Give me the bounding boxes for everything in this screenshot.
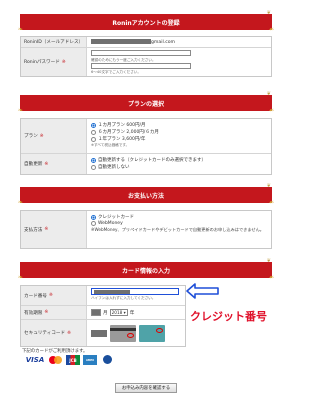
- tax-note: ※すべて税込価格です。: [91, 143, 130, 147]
- plan-option-1year[interactable]: １年プラン 3,600円/年: [91, 136, 267, 142]
- radio-icon[interactable]: [91, 164, 96, 170]
- annotation-arrow-icon: [186, 283, 219, 299]
- password-confirm-field[interactable]: [91, 62, 191, 69]
- ronin-id-value: gmail.com: [87, 37, 271, 47]
- registration-table: RoninID（メールアドレス） gmail.com Roninパスワード ※ 確…: [20, 36, 272, 77]
- auto-renew-row: 自動更新 ※ 自動更新する（クレジットカードのみ選択できます） 自動更新しない: [21, 154, 271, 174]
- ornament-icon: ❦: [266, 183, 271, 189]
- auto-renew-label: 自動更新 ※: [21, 154, 87, 174]
- password-field[interactable]: [91, 50, 191, 56]
- masked-card-number: [94, 290, 130, 294]
- plan-options: １カ月プラン 600円/月 ６カ月プラン 2,000円/６カ月 １年プラン 3,…: [87, 119, 271, 153]
- registration-header: ❦ Roninアカウントの登録 ❧ ☙: [18, 10, 274, 33]
- security-code-row: セキュリティコード ※: [21, 320, 185, 346]
- auto-renew-off[interactable]: 自動更新しない: [91, 164, 267, 170]
- ornament-icon: ❦: [266, 10, 271, 16]
- amex-front-icon: [139, 324, 165, 342]
- accepted-card-logos: VISA JCB AMEX: [24, 355, 114, 365]
- payment-label: 支払方法 ※: [21, 211, 87, 248]
- radio-selected-icon[interactable]: [91, 157, 96, 163]
- security-code-field[interactable]: [91, 329, 107, 337]
- radio-selected-icon[interactable]: [91, 122, 96, 128]
- ornament-icon: ☙: [268, 274, 274, 281]
- ornament-icon: ❦: [266, 91, 271, 97]
- expiry-row: 有効期限 ※ 月 2018 ▾ 年: [21, 306, 185, 320]
- registration-title: Roninアカウントの登録: [112, 19, 180, 27]
- ronin-id-row: RoninID（メールアドレス） gmail.com: [21, 37, 271, 48]
- auto-renew-options: 自動更新する（クレジットカードのみ選択できます） 自動更新しない: [87, 154, 271, 174]
- amex-logo: AMEX: [83, 355, 97, 365]
- jcb-logo: JCB: [66, 355, 80, 365]
- ornament-icon: ☙: [268, 199, 274, 206]
- payment-table: 支払方法 ※ クレジットカード WebMoney ※WebMoney、プリペイドカ…: [20, 210, 272, 249]
- ronin-password-label: Roninパスワード ※: [21, 48, 87, 76]
- expiry-year-select[interactable]: 2018 ▾: [109, 309, 128, 316]
- ornament-icon: ❧: [18, 26, 24, 33]
- card-number-value: ハイフンは入れずに入力してください。: [87, 286, 185, 305]
- radio-icon[interactable]: [91, 136, 96, 142]
- card-number-field[interactable]: [91, 288, 179, 295]
- ornament-icon: ☙: [268, 26, 274, 33]
- ornament-icon: ❧: [18, 274, 24, 281]
- payment-webmoney[interactable]: WebMoney: [91, 221, 267, 226]
- card-number-label: カード番号 ※: [21, 286, 87, 305]
- email-domain: gmail.com: [151, 40, 176, 45]
- radio-selected-icon[interactable]: [91, 214, 96, 220]
- card-number-row: カード番号 ※ ハイフンは入れずに入力してください。: [21, 286, 185, 306]
- payment-options: クレジットカード WebMoney ※WebMoney、プリペイドカードやデビッ…: [87, 211, 271, 248]
- ornament-icon: ❧: [18, 199, 24, 206]
- payment-title: お支払い方法: [127, 192, 164, 200]
- ronin-id-label: RoninID（メールアドレス）: [21, 37, 87, 47]
- expiry-label: 有効期限 ※: [21, 306, 87, 319]
- payment-note: ※WebMoney、プリペイドカードやデビットカードで自動更新のお申し込みはでき…: [91, 227, 264, 232]
- plan-title: プランの選択: [127, 100, 164, 108]
- mastercard-logo: [49, 355, 63, 365]
- radio-icon[interactable]: [91, 129, 96, 135]
- card-header: ❦ カード情報の入力 ❧ ☙: [18, 258, 274, 281]
- expiry-month-select[interactable]: [91, 309, 101, 316]
- expiry-value: 月 2018 ▾ 年: [87, 306, 185, 319]
- plan-option-1month[interactable]: １カ月プラン 600円/月: [91, 122, 267, 128]
- security-code-value: [87, 320, 185, 346]
- ronin-password-row: Roninパスワード ※ 確認のためにもう一度ご入力ください。 6～40文字でご入…: [21, 48, 271, 76]
- plan-header: ❦ プランの選択 ❧ ☙: [18, 91, 274, 114]
- card-number-note: ハイフンは入れずに入力してください。: [91, 296, 156, 300]
- security-code-label: セキュリティコード ※: [21, 320, 87, 346]
- confirm-button[interactable]: お申込み内容を確認する: [115, 383, 177, 393]
- plan-table: プラン ※ １カ月プラン 600円/月 ６カ月プラン 2,000円/６カ月 １年プ…: [20, 118, 272, 175]
- visa-logo: VISA: [25, 356, 45, 364]
- plan-option-6month[interactable]: ６カ月プラン 2,000円/６カ月: [91, 129, 267, 135]
- card-back-icon: [110, 324, 136, 342]
- plan-label: プラン ※: [21, 119, 87, 153]
- accepted-cards-title: 下記のカードがご利用頂けます。: [22, 349, 88, 354]
- auto-renew-on[interactable]: 自動更新する（クレジットカードのみ選択できます）: [91, 157, 267, 163]
- password-length-note: 6～40文字でご入力ください。: [91, 70, 141, 74]
- card-title: カード情報の入力: [121, 267, 170, 275]
- radio-icon[interactable]: [91, 221, 96, 226]
- ornament-icon: ☙: [268, 107, 274, 114]
- diners-logo: [100, 355, 114, 365]
- annotation-label: クレジット番号: [190, 310, 267, 323]
- ronin-password-value: 確認のためにもう一度ご入力ください。 6～40文字でご入力ください。: [87, 48, 271, 76]
- card-table: カード番号 ※ ハイフンは入れずに入力してください。 有効期限 ※ 月 2018 ▾…: [20, 285, 186, 347]
- payment-credit-card[interactable]: クレジットカード: [91, 214, 267, 220]
- plan-row: プラン ※ １カ月プラン 600円/月 ６カ月プラン 2,000円/６カ月 １年プ…: [21, 119, 271, 154]
- payment-row: 支払方法 ※ クレジットカード WebMoney ※WebMoney、プリペイドカ…: [21, 211, 271, 248]
- masked-email: [91, 39, 151, 44]
- ornament-icon: ❦: [266, 258, 271, 264]
- ornament-icon: ❧: [18, 107, 24, 114]
- payment-header: ❦ お支払い方法 ❧ ☙: [18, 183, 274, 206]
